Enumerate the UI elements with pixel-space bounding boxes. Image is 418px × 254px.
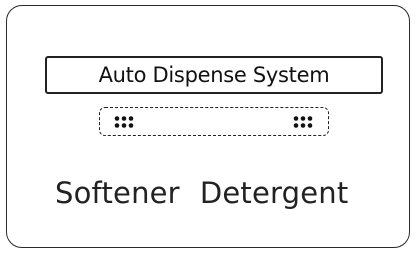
- auto-dispense-system-button[interactable]: Auto Dispense System: [45, 56, 383, 94]
- detergent-indicator-dot-grid-icon: [293, 116, 313, 128]
- softener-indicator-dot-grid-icon: [114, 116, 134, 128]
- indicator-area: [99, 107, 329, 136]
- softener-label: Softener: [55, 176, 180, 210]
- compartment-labels: Softener Detergent: [55, 176, 395, 210]
- auto-dispense-system-label: Auto Dispense System: [98, 63, 330, 87]
- control-panel: Auto Dispense System Softener Detergent: [6, 5, 410, 248]
- detergent-label: Detergent: [199, 176, 349, 210]
